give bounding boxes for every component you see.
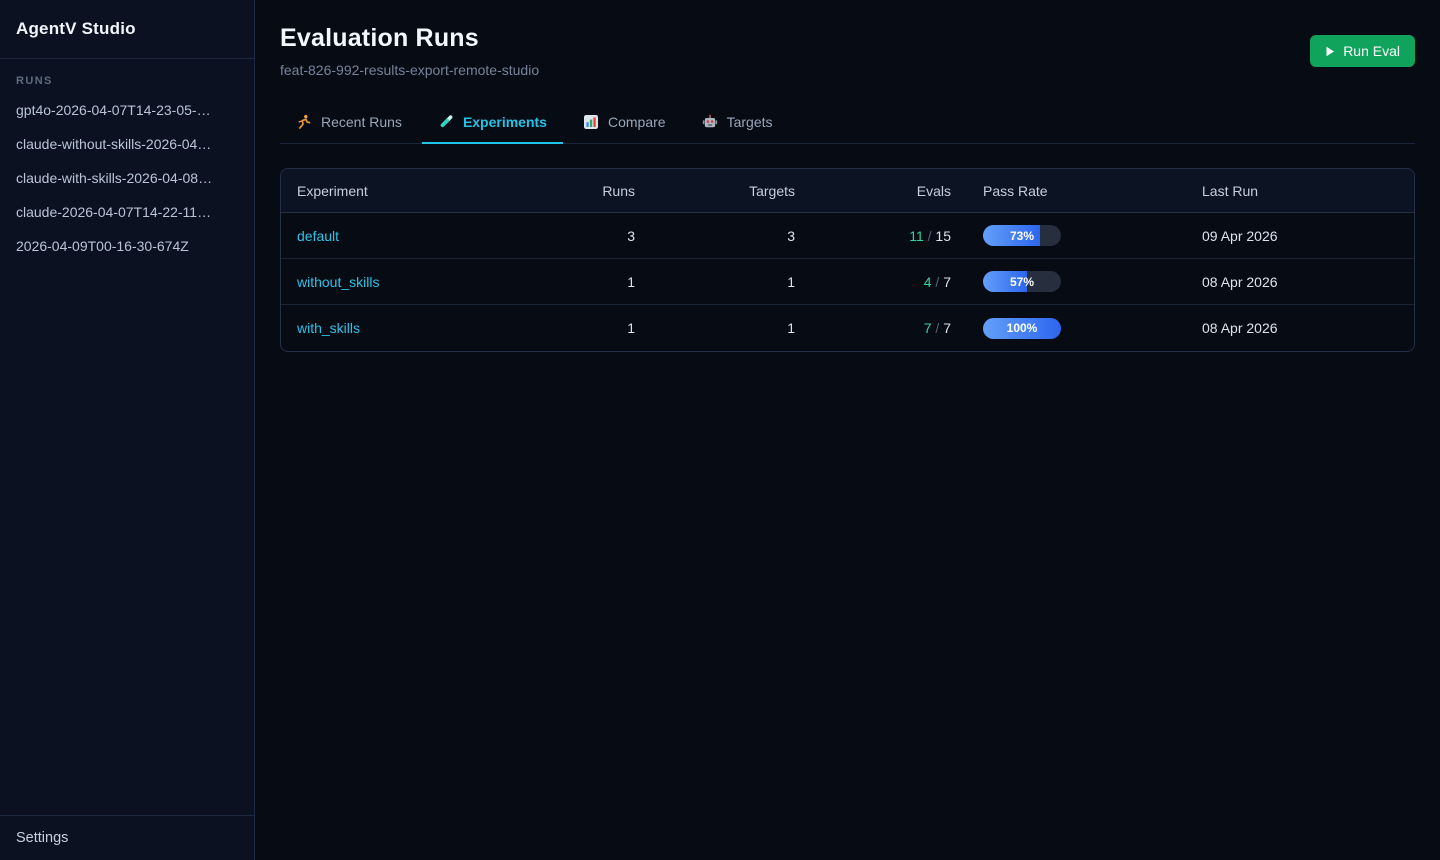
page-subtitle: feat-826-992-results-export-remote-studi… (280, 62, 539, 78)
pass-rate-pill: 100% (983, 318, 1061, 339)
col-header-pass-rate: Pass Rate (967, 183, 1186, 199)
last-run-cell: 08 Apr 2026 (1186, 274, 1414, 290)
targets-cell: 1 (651, 274, 811, 290)
app-title: AgentV Studio (16, 19, 136, 39)
sidebar-run-item[interactable]: 2026-04-09T00-16-30-674Z (0, 229, 254, 263)
runs-cell: 1 (511, 320, 651, 336)
tab-label: Targets (727, 114, 773, 130)
pass-rate-label: 100% (983, 318, 1061, 339)
tab-compare[interactable]: Compare (567, 105, 682, 144)
experiment-link[interactable]: with_skills (297, 320, 360, 336)
pass-rate-label: 73% (983, 225, 1061, 246)
targets-cell: 3 (651, 228, 811, 244)
evals-cell: 7 / 7 (811, 320, 967, 336)
tab-label: Compare (608, 114, 666, 130)
sidebar-header: AgentV Studio (0, 0, 254, 59)
table-row: without_skills 1 1 4 / 7 57% 08 Apr 2026 (281, 259, 1414, 305)
col-header-experiment: Experiment (281, 183, 511, 199)
evals-separator: / (932, 320, 944, 336)
tab-targets[interactable]: Targets (686, 105, 789, 144)
evals-total: 15 (935, 228, 951, 244)
experiment-link[interactable]: without_skills (297, 274, 379, 290)
runs-cell: 3 (511, 228, 651, 244)
robot-icon (702, 114, 718, 130)
run-list: gpt4o-2026-04-07T14-23-05-…claude-withou… (0, 93, 254, 263)
col-header-last-run: Last Run (1186, 183, 1414, 199)
page-title: Evaluation Runs (280, 24, 539, 53)
runner-icon (296, 114, 312, 130)
last-run-cell: 09 Apr 2026 (1186, 228, 1414, 244)
evals-cell: 11 / 15 (811, 228, 967, 244)
pass-rate-cell: 100% (967, 318, 1186, 339)
runs-section-label: RUNS (16, 75, 238, 87)
tab-recent-runs[interactable]: Recent Runs (280, 105, 418, 144)
col-header-evals: Evals (811, 183, 967, 199)
bar-chart-icon (583, 114, 599, 130)
sidebar-run-item[interactable]: claude-with-skills-2026-04-08… (0, 161, 254, 195)
pass-rate-label: 57% (983, 271, 1061, 292)
col-header-targets: Targets (651, 183, 811, 199)
col-header-runs: Runs (511, 183, 651, 199)
sidebar-footer: Settings (0, 815, 254, 860)
evals-total: 7 (943, 274, 951, 290)
tab-bar: Recent Runs Experiments Compare (280, 105, 1415, 144)
sidebar-run-item[interactable]: claude-2026-04-07T14-22-11… (0, 195, 254, 229)
sidebar-run-item[interactable]: claude-without-skills-2026-04… (0, 127, 254, 161)
table-body: default 3 3 11 / 15 73% 09 Apr 2026 with… (281, 213, 1414, 351)
sidebar-run-item[interactable]: gpt4o-2026-04-07T14-23-05-… (0, 93, 254, 127)
table-header-row: Experiment Runs Targets Evals Pass Rate … (281, 169, 1414, 213)
evals-separator: / (924, 228, 936, 244)
sidebar: AgentV Studio RUNS gpt4o-2026-04-07T14-2… (0, 0, 255, 860)
settings-link[interactable]: Settings (16, 830, 68, 846)
runs-cell: 1 (511, 274, 651, 290)
table-row: default 3 3 11 / 15 73% 09 Apr 2026 (281, 213, 1414, 259)
last-run-cell: 08 Apr 2026 (1186, 320, 1414, 336)
pass-rate-cell: 73% (967, 225, 1186, 246)
play-icon (1325, 46, 1335, 57)
pass-rate-pill: 57% (983, 271, 1061, 292)
sidebar-spacer (0, 263, 254, 815)
main-content: Evaluation Runs feat-826-992-results-exp… (255, 0, 1440, 860)
tab-experiments[interactable]: Experiments (422, 105, 563, 144)
test-tube-icon (438, 114, 454, 130)
evals-separator: / (932, 274, 944, 290)
evals-total: 7 (943, 320, 951, 336)
evals-cell: 4 / 7 (811, 274, 967, 290)
table-row: with_skills 1 1 7 / 7 100% 08 Apr 2026 (281, 305, 1414, 351)
pass-rate-cell: 57% (967, 271, 1186, 292)
tab-label: Experiments (463, 114, 547, 130)
tab-label: Recent Runs (321, 114, 402, 130)
run-eval-label: Run Eval (1343, 43, 1400, 59)
title-block: Evaluation Runs feat-826-992-results-exp… (280, 24, 539, 78)
experiment-link[interactable]: default (297, 228, 339, 244)
main-header: Evaluation Runs feat-826-992-results-exp… (280, 24, 1415, 78)
run-eval-button[interactable]: Run Eval (1310, 35, 1415, 67)
evals-passed: 7 (924, 320, 932, 336)
experiments-table: Experiment Runs Targets Evals Pass Rate … (280, 168, 1415, 352)
evals-passed: 11 (909, 228, 924, 244)
targets-cell: 1 (651, 320, 811, 336)
evals-passed: 4 (924, 274, 932, 290)
pass-rate-pill: 73% (983, 225, 1061, 246)
